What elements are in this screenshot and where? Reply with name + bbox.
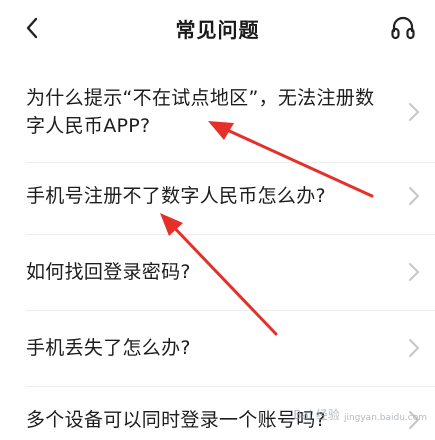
chevron-right-icon xyxy=(409,339,419,357)
watermark-url: jingyan.baidu.com xyxy=(343,413,427,423)
divider xyxy=(26,162,435,163)
faq-item-label: 如何找回登录密码? xyxy=(26,261,191,283)
divider xyxy=(26,310,435,311)
chevron-right-icon xyxy=(409,263,419,281)
headset-icon xyxy=(391,16,415,40)
customer-service-button[interactable] xyxy=(387,12,419,44)
chevron-right-icon xyxy=(409,103,419,121)
faq-item[interactable]: 手机丢失了怎么办? xyxy=(0,328,435,368)
watermark: Bai 经验 jingyan.baidu.com xyxy=(293,406,427,423)
faq-item-label: 手机丢失了怎么办? xyxy=(26,337,191,359)
faq-item[interactable]: 手机号注册不了数字人民币怎么办? xyxy=(0,176,435,216)
faq-item-label: 多个设备可以同时登录一个账号吗? xyxy=(26,409,326,431)
top-bar: 常见问题 xyxy=(0,0,435,56)
divider xyxy=(26,386,435,387)
faq-item-label: 手机号注册不了数字人民币怎么办? xyxy=(26,185,326,207)
faq-item-label: 为什么提示“不在试点地区”，无法注册数字人民币APP? xyxy=(26,87,375,137)
divider xyxy=(26,234,435,235)
page-title: 常见问题 xyxy=(175,17,260,42)
faq-item[interactable]: 如何找回登录密码? xyxy=(0,252,435,292)
chevron-right-icon xyxy=(409,187,419,205)
faq-item[interactable]: 为什么提示“不在试点地区”，无法注册数字人民币APP? xyxy=(0,80,435,144)
watermark-text: Bai 经验 xyxy=(293,408,340,422)
